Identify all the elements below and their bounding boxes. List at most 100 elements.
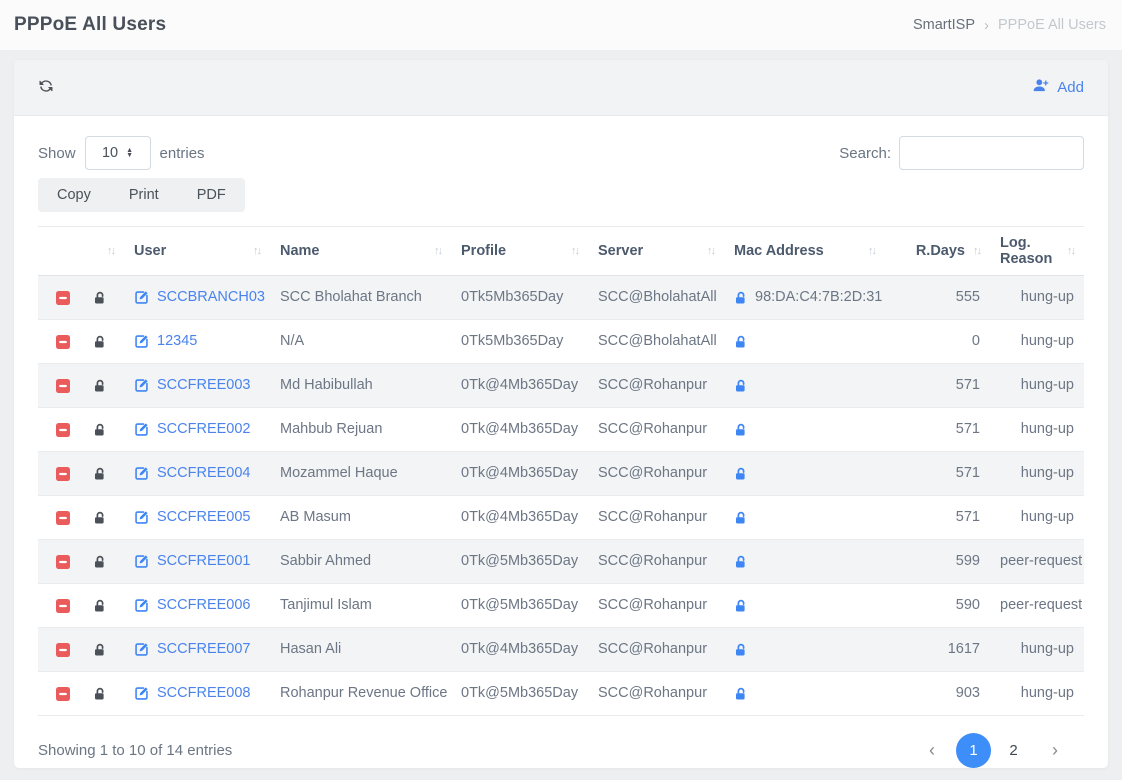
add-user-button[interactable]: Add — [1032, 78, 1084, 97]
column-header-actions[interactable]: ↑↓ — [38, 227, 124, 276]
unlock-user-icon[interactable] — [93, 687, 107, 701]
name-cell: N/A — [270, 320, 451, 364]
unlock-user-icon[interactable] — [93, 291, 107, 305]
mac-lock-icon[interactable] — [734, 643, 748, 657]
user-link[interactable]: SCCFREE005 — [157, 508, 250, 527]
column-label: Log. Reason — [1000, 235, 1059, 267]
profile-cell: 0Tk@4Mb365Day — [451, 364, 588, 408]
mac-cell — [724, 320, 885, 364]
rdays-cell: 590 — [885, 584, 990, 628]
table-body: SCCBRANCH03SCC Bholahat Branch0Tk5Mb365D… — [38, 276, 1084, 716]
edit-icon[interactable] — [134, 554, 149, 569]
column-header-profile[interactable]: Profile↑↓ — [451, 227, 588, 276]
disable-user-icon[interactable] — [56, 291, 70, 305]
user-link[interactable]: 12345 — [157, 332, 197, 351]
refresh-button[interactable] — [38, 78, 54, 98]
unlock-user-icon[interactable] — [93, 379, 107, 393]
unlock-user-icon[interactable] — [93, 467, 107, 481]
edit-icon[interactable] — [134, 686, 149, 701]
mac-lock-icon[interactable] — [734, 467, 748, 481]
table-row: SCCFREE005AB Masum0Tk@4Mb365DaySCC@Rohan… — [38, 496, 1084, 540]
pdf-button[interactable]: PDF — [178, 178, 245, 212]
edit-icon[interactable] — [134, 290, 149, 305]
user-cell: SCCFREE003 — [124, 364, 270, 408]
disable-user-icon[interactable] — [56, 511, 70, 525]
pagination-next-icon[interactable]: › — [1048, 740, 1062, 761]
edit-icon[interactable] — [134, 334, 149, 349]
column-header-r-days[interactable]: R.Days↑↓ — [885, 227, 990, 276]
disable-user-icon[interactable] — [56, 599, 70, 613]
mac-cell — [724, 452, 885, 496]
rdays-cell: 571 — [885, 496, 990, 540]
table-footer: Showing 1 to 10 of 14 entries ‹ 12 › — [38, 716, 1084, 768]
mac-lock-icon[interactable] — [734, 687, 748, 701]
user-link[interactable]: SCCFREE002 — [157, 420, 250, 439]
mac-lock-icon[interactable] — [734, 511, 748, 525]
mac-cell — [724, 364, 885, 408]
name-cell: SCC Bholahat Branch — [270, 276, 451, 320]
user-link[interactable]: SCCFREE004 — [157, 464, 250, 483]
user-link[interactable]: SCCFREE003 — [157, 376, 250, 395]
name-cell: Tanjimul Islam — [270, 584, 451, 628]
disable-user-icon[interactable] — [56, 423, 70, 437]
user-link[interactable]: SCCFREE006 — [157, 596, 250, 615]
mac-lock-icon[interactable] — [734, 599, 748, 613]
unlock-user-icon[interactable] — [93, 511, 107, 525]
mac-cell — [724, 628, 885, 672]
mac-cell: 98:DA:C4:7B:2D:31 — [724, 276, 885, 320]
mac-lock-icon[interactable] — [734, 423, 748, 437]
disable-user-icon[interactable] — [56, 379, 70, 393]
column-label: Mac Address — [734, 243, 824, 259]
breadcrumb-parent[interactable]: SmartISP — [913, 17, 975, 33]
actions-cell — [38, 628, 124, 672]
mac-lock-icon[interactable] — [734, 335, 748, 349]
entries-label: entries — [160, 145, 205, 162]
pagination-page-1[interactable]: 1 — [956, 733, 991, 768]
unlock-user-icon[interactable] — [93, 555, 107, 569]
column-header-mac-address[interactable]: Mac Address↑↓ — [724, 227, 885, 276]
mac-lock-icon[interactable] — [734, 555, 748, 569]
edit-icon[interactable] — [134, 378, 149, 393]
column-label: User — [134, 243, 166, 259]
user-link[interactable]: SCCFREE007 — [157, 640, 250, 659]
table-header: ↑↓User↑↓Name↑↓Profile↑↓Server↑↓Mac Addre… — [38, 227, 1084, 276]
mac-lock-icon[interactable] — [734, 379, 748, 393]
server-cell: SCC@Rohanpur — [588, 628, 724, 672]
user-cell: SCCFREE007 — [124, 628, 270, 672]
user-link[interactable]: SCCFREE001 — [157, 552, 250, 571]
disable-user-icon[interactable] — [56, 467, 70, 481]
edit-icon[interactable] — [134, 598, 149, 613]
unlock-user-icon[interactable] — [93, 643, 107, 657]
unlock-user-icon[interactable] — [93, 599, 107, 613]
reason-cell: hung-up — [990, 628, 1084, 672]
edit-icon[interactable] — [134, 422, 149, 437]
search-input[interactable] — [899, 136, 1084, 170]
disable-user-icon[interactable] — [56, 643, 70, 657]
print-button[interactable]: Print — [110, 178, 178, 212]
unlock-user-icon[interactable] — [93, 423, 107, 437]
user-link[interactable]: SCCBRANCH03 — [157, 288, 265, 307]
mac-lock-icon[interactable] — [734, 291, 748, 305]
copy-button[interactable]: Copy — [38, 178, 110, 212]
page-length-select[interactable]: 10 ▲▼ — [85, 136, 151, 170]
server-cell: SCC@Rohanpur — [588, 584, 724, 628]
server-cell: SCC@BholahatAll — [588, 320, 724, 364]
edit-icon[interactable] — [134, 642, 149, 657]
disable-user-icon[interactable] — [56, 555, 70, 569]
pagination-prev-icon[interactable]: ‹ — [925, 740, 939, 761]
column-header-name[interactable]: Name↑↓ — [270, 227, 451, 276]
column-header-log-reason[interactable]: Log. Reason↑↓ — [990, 227, 1084, 276]
pagination-page-2[interactable]: 2 — [996, 733, 1031, 768]
unlock-user-icon[interactable] — [93, 335, 107, 349]
user-link[interactable]: SCCFREE008 — [157, 684, 250, 703]
edit-icon[interactable] — [134, 510, 149, 525]
profile-cell: 0Tk@5Mb365Day — [451, 672, 588, 716]
disable-user-icon[interactable] — [56, 335, 70, 349]
disable-user-icon[interactable] — [56, 687, 70, 701]
reason-cell: peer-request — [990, 584, 1084, 628]
edit-icon[interactable] — [134, 466, 149, 481]
page-title: PPPoE All Users — [14, 14, 166, 36]
rdays-cell: 1617 — [885, 628, 990, 672]
column-header-server[interactable]: Server↑↓ — [588, 227, 724, 276]
column-header-user[interactable]: User↑↓ — [124, 227, 270, 276]
